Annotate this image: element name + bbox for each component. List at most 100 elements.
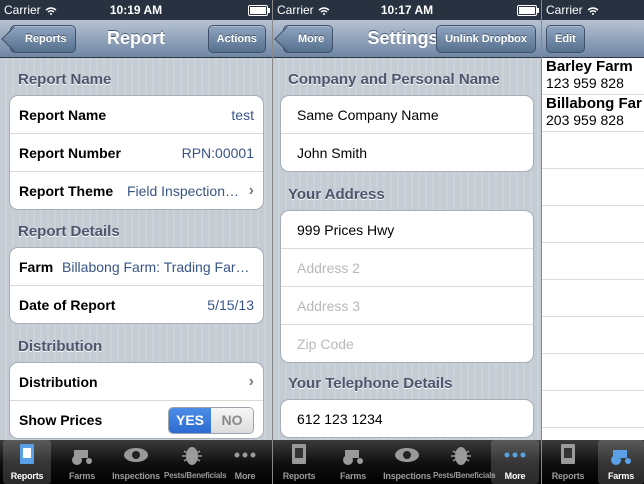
report-screen: Carrier 10:19 AM Reports Report Actions …	[0, 0, 273, 484]
show-prices-label: Show Prices	[19, 412, 103, 428]
tab-more[interactable]: More	[491, 440, 539, 484]
company-name-field[interactable]: Same Company Name	[297, 107, 439, 123]
more-dots-icon	[504, 452, 526, 458]
list-item[interactable]: Barley Farm 123 959 828	[546, 58, 644, 91]
more-dots-icon	[234, 452, 256, 458]
farm-phone: 123 959 828	[546, 75, 624, 91]
tab-inspections[interactable]: Inspections	[381, 440, 433, 484]
tab-reports[interactable]: Reports	[275, 440, 323, 484]
bug-icon	[451, 447, 471, 465]
status-time: 10:17 AM	[380, 3, 434, 17]
date-value[interactable]: 5/15/13	[207, 297, 254, 313]
battery-icon	[248, 5, 270, 16]
report-name-label: Report Name	[19, 107, 107, 123]
tab-reports[interactable]: Reports	[544, 440, 592, 484]
address-group: 999 Prices Hwy Address 2 Address 3 Zip C…	[280, 210, 534, 363]
farm-row[interactable]: Farm Billabong Farm: Trading Far…	[10, 248, 263, 286]
report-theme-label: Report Theme	[19, 183, 114, 199]
report-details-group: Farm Billabong Farm: Trading Far… Date o…	[9, 247, 264, 324]
street-row: 999 Prices Hwy	[281, 211, 533, 249]
reports-icon	[20, 444, 34, 464]
zip-row: Zip Code	[281, 325, 533, 362]
tab-pests[interactable]: Pests/Beneficials	[164, 440, 227, 484]
distribution-label: Distribution	[19, 374, 98, 390]
phone-row: 612 123 1234	[281, 400, 533, 437]
report-theme-row[interactable]: Report Theme Field Inspection… ›	[10, 172, 263, 209]
telephone-group: 612 123 1234	[280, 399, 534, 438]
address2-field[interactable]: Address 2	[297, 260, 360, 276]
report-name-value[interactable]: test	[231, 107, 254, 123]
company-name-row: Same Company Name	[281, 96, 533, 134]
show-prices-toggle[interactable]: YES NO	[168, 407, 254, 434]
edit-button[interactable]: Edit	[546, 25, 585, 53]
section-header-company: Company and Personal Name	[288, 71, 500, 88]
tab-more[interactable]: More	[222, 440, 268, 484]
person-name-field[interactable]: John Smith	[297, 145, 367, 161]
phone-field[interactable]: 612 123 1234	[297, 411, 383, 427]
tab-bar: Reports Farms Inspections Pests/Benefici…	[273, 440, 541, 484]
battery-icon	[517, 5, 539, 16]
address3-field[interactable]: Address 3	[297, 298, 360, 314]
navigation-bar: Reports Report Actions	[0, 20, 272, 58]
settings-screen: Carrier 10:17 AM More Settings Unlink Dr…	[273, 0, 542, 484]
wifi-icon	[587, 7, 599, 15]
chevron-right-icon: ›	[248, 182, 254, 199]
tractor-icon	[611, 450, 631, 465]
eye-icon	[395, 448, 419, 462]
navigation-bar: Edit	[542, 20, 644, 58]
report-name-row[interactable]: Report Name test	[10, 96, 263, 134]
report-theme-value: Field Inspection…	[126, 183, 239, 199]
carrier-label: Carrier	[546, 3, 599, 17]
reports-icon	[292, 444, 306, 464]
navigation-bar: More Settings Unlink Dropbox	[273, 20, 541, 58]
zip-code-field[interactable]: Zip Code	[297, 336, 354, 352]
distribution-row[interactable]: Distribution ›	[10, 363, 263, 401]
eye-icon	[124, 448, 148, 462]
person-name-row: John Smith	[281, 134, 533, 171]
status-bar: Carrier 10:17 AM	[273, 0, 541, 20]
show-prices-row: Show Prices YES NO	[10, 401, 263, 438]
farm-value: Billabong Farm: Trading Far…	[62, 259, 250, 275]
section-header-report-details: Report Details	[18, 223, 120, 240]
report-form[interactable]: Report Name Report Name test Report Numb…	[0, 58, 272, 440]
status-time: 10:19 AM	[109, 3, 163, 17]
farm-label: Farm	[19, 259, 54, 275]
toggle-no[interactable]: NO	[211, 408, 253, 433]
date-of-report-row[interactable]: Date of Report 5/15/13	[10, 286, 263, 323]
actions-button[interactable]: Actions	[207, 25, 266, 53]
tractor-icon	[72, 450, 92, 465]
tab-pests[interactable]: Pests/Beneficials	[433, 440, 496, 484]
address2-row: Address 2	[281, 249, 533, 287]
toggle-yes[interactable]: YES	[169, 408, 211, 433]
tab-inspections[interactable]: Inspections	[110, 440, 162, 484]
street-field[interactable]: 999 Prices Hwy	[297, 222, 394, 238]
company-group: Same Company Name John Smith	[280, 95, 534, 172]
distribution-group: Distribution › Show Prices YES NO	[9, 362, 264, 439]
tab-bar: Reports Farms Inspections Pests/Benefici…	[0, 440, 272, 484]
tab-bar: Reports Farms	[542, 440, 644, 484]
report-number-row[interactable]: Report Number RPN:00001	[10, 134, 263, 172]
list-item[interactable]: Billabong Far 203 959 828	[546, 95, 644, 128]
section-header-distribution: Distribution	[18, 338, 103, 355]
tab-reports[interactable]: Reports	[3, 440, 51, 484]
farm-list[interactable]: Barley Farm 123 959 828 Billabong Far 20…	[542, 58, 644, 440]
section-header-telephone: Your Telephone Details	[288, 375, 453, 392]
status-bar: Carrier 10:19 AM	[0, 0, 272, 20]
section-header-address: Your Address	[288, 186, 385, 203]
tab-farms[interactable]: Farms	[327, 440, 379, 484]
tab-farms[interactable]: Farms	[56, 440, 108, 484]
address3-row: Address 3	[281, 287, 533, 325]
reports-icon	[561, 444, 575, 464]
report-number-value[interactable]: RPN:00001	[182, 145, 254, 161]
tractor-icon	[343, 450, 363, 465]
report-name-group: Report Name test Report Number RPN:00001…	[9, 95, 264, 210]
tab-farms[interactable]: Farms	[598, 440, 644, 484]
farm-name: Barley Farm	[546, 58, 633, 75]
unlink-dropbox-button[interactable]: Unlink Dropbox	[436, 25, 536, 53]
date-label: Date of Report	[19, 297, 116, 313]
chevron-right-icon: ›	[248, 373, 254, 390]
settings-form[interactable]: Company and Personal Name Same Company N…	[273, 58, 541, 440]
farm-name: Billabong Far	[546, 95, 642, 112]
report-number-label: Report Number	[19, 145, 121, 161]
farms-screen: Carrier Edit Barley Farm 123 959 828 Bil…	[542, 0, 644, 484]
